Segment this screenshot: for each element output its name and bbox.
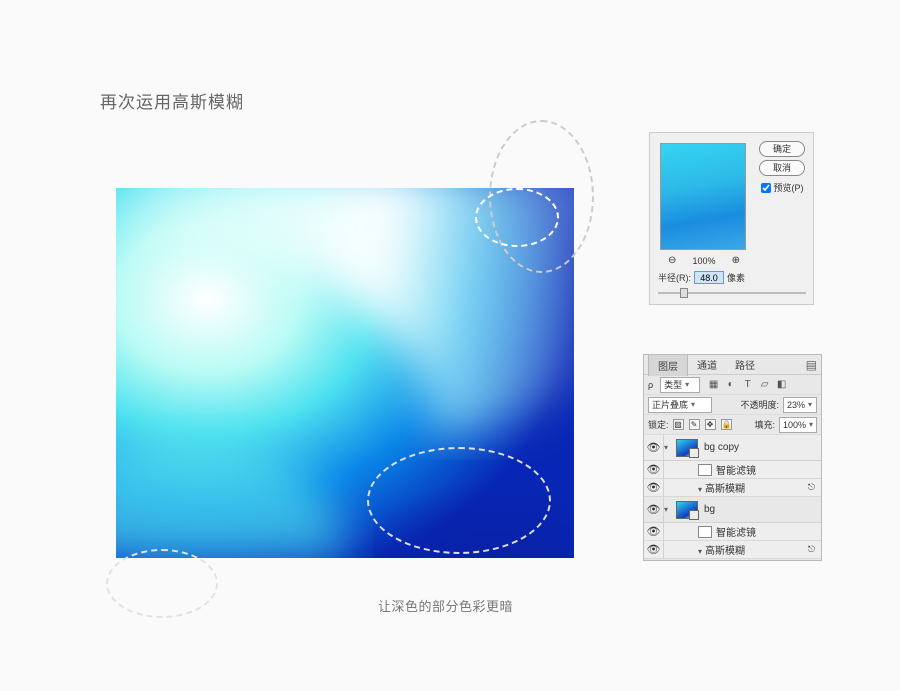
zoom-out-icon[interactable]: ⊖ [668, 255, 676, 266]
smart-filters-label: 智能滤镜 [716, 524, 756, 539]
lock-position-icon[interactable]: ✥ [705, 419, 716, 430]
kind-label: ρ [648, 380, 653, 390]
filter-name[interactable]: 高斯模糊 [698, 480, 745, 495]
smart-filters-label: 智能滤镜 [716, 462, 756, 477]
cancel-button[interactable]: 取消 [759, 160, 805, 176]
filter-adjust-icon[interactable]: ◐ [725, 379, 736, 390]
visibility-toggle[interactable]: 👁 [644, 541, 664, 558]
blur-preview [660, 143, 746, 250]
lock-all-icon[interactable]: 🔒 [721, 419, 732, 430]
filter-row[interactable]: 👁 高斯模糊 ⎋ [644, 479, 821, 497]
filter-mask-thumbnail[interactable] [698, 526, 712, 538]
tab-channels[interactable]: 通道 [688, 354, 726, 375]
visibility-toggle[interactable]: 👁 [644, 461, 664, 478]
zoom-in-icon[interactable]: ⊕ [732, 255, 740, 266]
filter-blend-icon[interactable]: ⎋ [808, 482, 815, 493]
smart-filters-row[interactable]: 👁 智能滤镜 [644, 523, 821, 541]
filter-smart-icon[interactable]: ◧ [776, 379, 787, 390]
opacity-input[interactable]: 23% [783, 397, 817, 413]
opacity-label: 不透明度: [740, 398, 779, 411]
layer-thumbnail[interactable] [676, 439, 698, 457]
zoom-percent: 100% [692, 256, 715, 266]
panel-menu-icon[interactable]: ▤ [806, 358, 817, 372]
tutorial-title: 再次运用高斯模糊 [100, 88, 244, 113]
filter-row[interactable]: 👁 高斯模糊 ⎋ [644, 541, 821, 559]
layer-name[interactable]: bg copy [704, 442, 739, 453]
fill-input[interactable]: 100% [779, 417, 817, 433]
filter-pixel-icon[interactable]: ▦ [708, 379, 719, 390]
layer-row[interactable]: 👁 ▾ bg copy [644, 435, 821, 461]
slider-thumb[interactable] [680, 288, 688, 298]
smart-filters-row[interactable]: 👁 智能滤镜 [644, 461, 821, 479]
ok-button[interactable]: 确定 [759, 141, 805, 157]
annotation-ellipse [106, 549, 218, 618]
preview-label: 预览(P) [774, 181, 804, 194]
visibility-toggle[interactable]: 👁 [644, 479, 664, 496]
layer-name[interactable]: bg [704, 504, 715, 515]
layers-list: 👁 ▾ bg copy 👁 智能滤镜 👁 高斯模糊 ⎋ 👁 ▾ bg 👁 [644, 435, 821, 559]
layer-thumbnail[interactable] [676, 501, 698, 519]
lock-label: 锁定: [648, 418, 669, 431]
filter-type-icon[interactable]: T [742, 379, 753, 390]
radius-label: 半径(R): [658, 271, 691, 284]
blend-mode-select[interactable]: 正片叠底 [648, 397, 712, 413]
filter-blend-icon[interactable]: ⎋ [808, 544, 815, 555]
filter-type-select[interactable]: 类型 [660, 377, 700, 393]
filter-name[interactable]: 高斯模糊 [698, 542, 745, 557]
preview-checkbox-row: 预览(P) [761, 181, 804, 194]
tab-layers[interactable]: 图层 [648, 354, 688, 376]
layers-panel: 图层 通道 路径 ▤ ρ 类型 ▦ ◐ T ▱ ◧ 正片叠底 不透明度: 23%… [643, 354, 822, 561]
caption: 让深色的部分色彩更暗 [378, 596, 513, 615]
visibility-toggle[interactable]: 👁 [644, 523, 664, 540]
filter-shape-icon[interactable]: ▱ [759, 379, 770, 390]
radius-slider[interactable] [658, 287, 806, 299]
fill-label: 填充: [754, 418, 775, 431]
lock-paint-icon[interactable]: ✎ [689, 419, 700, 430]
lock-transparency-icon[interactable]: ▨ [673, 419, 684, 430]
radius-unit: 像素 [727, 271, 745, 284]
radius-input[interactable] [694, 271, 724, 284]
visibility-toggle[interactable]: 👁 [644, 435, 664, 460]
gaussian-blur-dialog: 确定 取消 预览(P) ⊖ 100% ⊕ 半径(R): 像素 [649, 132, 814, 305]
canvas-preview [116, 188, 574, 558]
tab-paths[interactable]: 路径 [726, 354, 764, 375]
visibility-toggle[interactable]: 👁 [644, 497, 664, 522]
layer-row[interactable]: 👁 ▾ bg [644, 497, 821, 523]
preview-checkbox[interactable] [761, 183, 771, 193]
filter-mask-thumbnail[interactable] [698, 464, 712, 476]
